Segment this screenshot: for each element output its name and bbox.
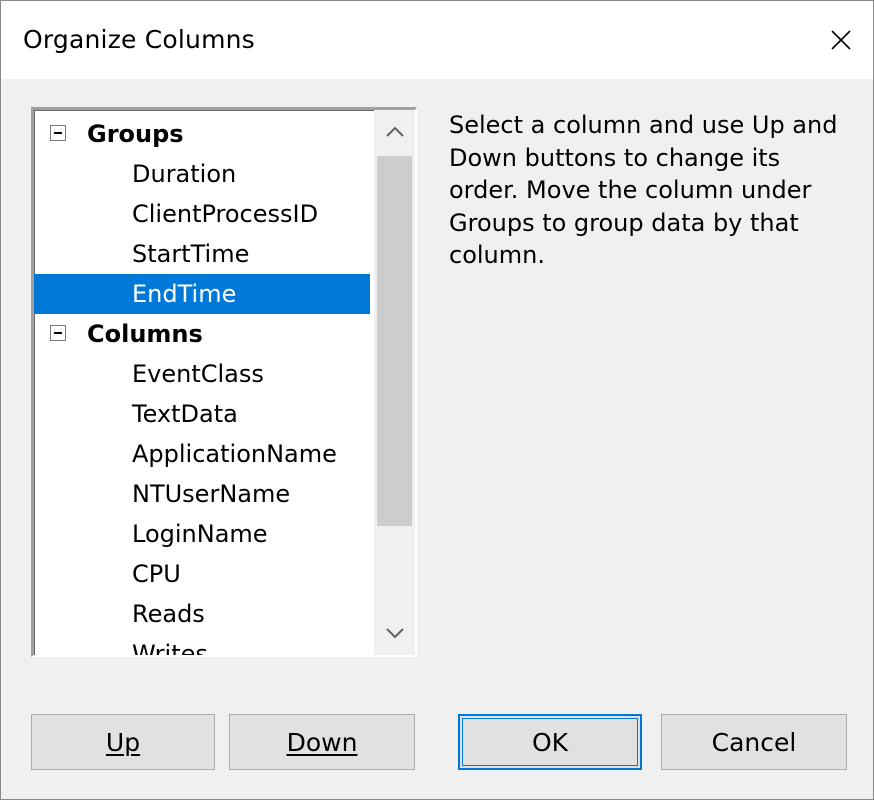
tree-item[interactable]: LoginName	[34, 514, 370, 554]
help-text: Select a column and use Up and Down butt…	[449, 111, 838, 269]
scroll-up-button[interactable]	[374, 110, 415, 154]
tree-item[interactable]: Writes	[34, 634, 370, 655]
close-icon	[831, 30, 851, 50]
close-button[interactable]	[809, 1, 873, 79]
collapse-icon[interactable]	[50, 125, 66, 141]
tree-node-label: Groups	[87, 120, 184, 148]
tree-item[interactable]: CPU	[34, 554, 370, 594]
tree-item-selected[interactable]: EndTime	[34, 274, 370, 314]
tree-item[interactable]: ApplicationName	[34, 434, 370, 474]
tree-item[interactable]: EventClass	[34, 354, 370, 394]
vertical-scrollbar[interactable]	[374, 110, 415, 655]
scroll-down-button[interactable]	[374, 611, 415, 655]
ok-button[interactable]: OK	[458, 714, 642, 770]
tree-item-label: LoginName	[132, 520, 268, 548]
tree-list: Groups Duration ClientProcessID StartTim…	[34, 110, 370, 655]
tree-node-columns[interactable]: Columns	[34, 314, 370, 354]
title-bar: Organize Columns	[1, 1, 873, 79]
tree-item[interactable]: TextData	[34, 394, 370, 434]
tree-item-label: StartTime	[132, 240, 250, 268]
down-button[interactable]: Down	[229, 714, 415, 770]
cancel-button-label: Cancel	[711, 727, 797, 757]
tree-item-label: CPU	[132, 560, 181, 588]
chevron-up-icon	[385, 126, 404, 137]
tree-item-label: ClientProcessID	[132, 200, 319, 228]
tree-item-label: Duration	[132, 160, 237, 188]
tree-node-label: Columns	[87, 320, 203, 348]
tree-node-groups[interactable]: Groups	[34, 114, 370, 154]
up-button[interactable]: Up	[31, 714, 215, 770]
tree-item-label: Writes	[132, 640, 208, 655]
dialog-title: Organize Columns	[23, 25, 255, 54]
tree-item[interactable]: ClientProcessID	[34, 194, 370, 234]
cancel-button[interactable]: Cancel	[661, 714, 847, 770]
tree-item[interactable]: Reads	[34, 594, 370, 634]
tree-item-label: EndTime	[132, 280, 237, 308]
tree-item-label: TextData	[132, 400, 238, 428]
down-button-label: Down	[286, 727, 358, 757]
tree-item[interactable]: NTUserName	[34, 474, 370, 514]
columns-tree[interactable]: Groups Duration ClientProcessID StartTim…	[31, 107, 417, 657]
tree-item-label: ApplicationName	[132, 440, 337, 468]
tree-item-label: EventClass	[132, 360, 264, 388]
tree-item[interactable]: StartTime	[34, 234, 370, 274]
default-button-focus-ring	[462, 718, 638, 766]
up-button-label: Up	[105, 727, 141, 757]
collapse-icon[interactable]	[50, 325, 66, 341]
tree-item[interactable]: Duration	[34, 154, 370, 194]
tree-item-label: NTUserName	[132, 480, 291, 508]
scroll-thumb[interactable]	[377, 156, 412, 526]
chevron-down-icon	[385, 628, 404, 639]
organize-columns-dialog: Organize Columns Groups Duration ClientP…	[0, 0, 874, 800]
tree-item-label: Reads	[132, 600, 205, 628]
